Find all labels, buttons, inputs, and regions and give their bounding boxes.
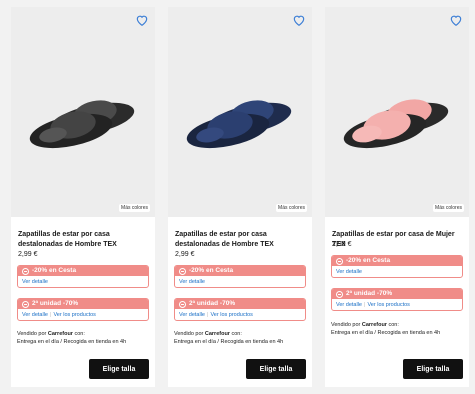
delivery-info: Entrega en el día / Recogida en tienda e… xyxy=(174,339,284,345)
product-grid: Más colores Zapatillas de estar por casa… xyxy=(0,0,475,394)
discount-icon xyxy=(336,257,343,265)
promo-box-basket: -20% en Cesta Ver detalle xyxy=(174,265,306,288)
choose-size-button[interactable]: Elige talla xyxy=(246,359,306,379)
product-title[interactable]: Zapatillas de estar por casa destalonada… xyxy=(18,230,150,250)
view-products-link[interactable]: Ver los productos xyxy=(210,312,253,318)
seller-name: Carrefour xyxy=(361,322,387,328)
choose-size-button[interactable]: Elige talla xyxy=(89,359,149,379)
slipper-image xyxy=(186,100,292,149)
view-products-link[interactable]: Ver los productos xyxy=(53,312,96,318)
promo-box-basket: -20% en Cesta Ver detalle xyxy=(17,265,149,288)
seller-info: Vendido por Carrefour con: Entrega en el… xyxy=(331,321,465,337)
discount-icon xyxy=(179,300,186,308)
seller-info: Vendido por Carrefour con: Entrega en el… xyxy=(17,330,151,346)
promo-label: 2ª unidad -70% xyxy=(346,290,393,297)
seller-name: Carrefour xyxy=(47,331,73,337)
seller-suffix: con: xyxy=(386,322,399,328)
more-colors-label: Más colores xyxy=(119,204,150,212)
delivery-info: Entrega en el día / Recogida en tienda e… xyxy=(331,330,441,336)
promo-label: -20% en Cesta xyxy=(189,267,234,274)
product-image[interactable]: Más colores xyxy=(325,7,469,217)
product-image[interactable]: Más colores xyxy=(11,7,155,217)
view-detail-link[interactable]: Ver detalle xyxy=(179,279,205,285)
seller-suffix: con: xyxy=(229,331,242,337)
delivery-info: Entrega en el día / Recogida en tienda e… xyxy=(17,339,127,345)
product-price: 2,99 € xyxy=(175,251,195,258)
slipper-image xyxy=(343,99,449,149)
seller-suffix: con: xyxy=(72,331,85,337)
promo-label: 2ª unidad -70% xyxy=(32,300,79,307)
promo-box-second-unit: 2ª unidad -70% Ver detalle | Ver los produ… xyxy=(17,298,149,321)
seller-prefix: Vendido por xyxy=(174,331,205,337)
seller-prefix: Vendido por xyxy=(331,322,362,328)
product-price: 2,99 € xyxy=(18,251,38,258)
seller-prefix: Vendido por xyxy=(17,331,48,337)
product-card[interactable]: Más colores Zapatillas de estar por casa… xyxy=(168,7,312,387)
favorite-heart-icon[interactable] xyxy=(135,13,149,27)
favorite-heart-icon[interactable] xyxy=(292,13,306,27)
view-detail-link[interactable]: Ver detalle xyxy=(22,279,48,285)
promo-box-basket: -20% en Cesta Ver detalle xyxy=(331,255,463,278)
product-card[interactable]: Más colores Zapatillas de estar por casa… xyxy=(325,7,469,387)
discount-icon xyxy=(22,300,29,308)
view-products-link[interactable]: Ver los productos xyxy=(367,302,410,308)
slipper-image xyxy=(29,100,135,149)
promo-label: 2ª unidad -70% xyxy=(189,300,236,307)
product-title[interactable]: Zapatillas de estar por casa de Mujer TE… xyxy=(332,230,464,250)
product-title[interactable]: Zapatillas de estar por casa destalonada… xyxy=(175,230,307,250)
view-detail-link[interactable]: Ver detalle xyxy=(336,269,362,275)
promo-label: -20% en Cesta xyxy=(346,257,391,264)
favorite-heart-icon[interactable] xyxy=(449,13,463,27)
view-detail-link[interactable]: Ver detalle xyxy=(336,302,362,308)
promo-box-second-unit: 2ª unidad -70% Ver detalle | Ver los produ… xyxy=(331,288,463,311)
seller-info: Vendido por Carrefour con: Entrega en el… xyxy=(174,330,308,346)
promo-label: -20% en Cesta xyxy=(32,267,77,274)
more-colors-label: Más colores xyxy=(433,204,464,212)
more-colors-label: Más colores xyxy=(276,204,307,212)
choose-size-button[interactable]: Elige talla xyxy=(403,359,463,379)
product-image[interactable]: Más colores xyxy=(168,7,312,217)
discount-icon xyxy=(179,267,186,275)
promo-box-second-unit: 2ª unidad -70% Ver detalle | Ver los produ… xyxy=(174,298,306,321)
product-price: 2,99 € xyxy=(332,241,352,248)
discount-icon xyxy=(22,267,29,275)
discount-icon xyxy=(336,290,343,298)
view-detail-link[interactable]: Ver detalle xyxy=(179,312,205,318)
view-detail-link[interactable]: Ver detalle xyxy=(22,312,48,318)
product-card[interactable]: Más colores Zapatillas de estar por casa… xyxy=(11,7,155,387)
seller-name: Carrefour xyxy=(204,331,230,337)
